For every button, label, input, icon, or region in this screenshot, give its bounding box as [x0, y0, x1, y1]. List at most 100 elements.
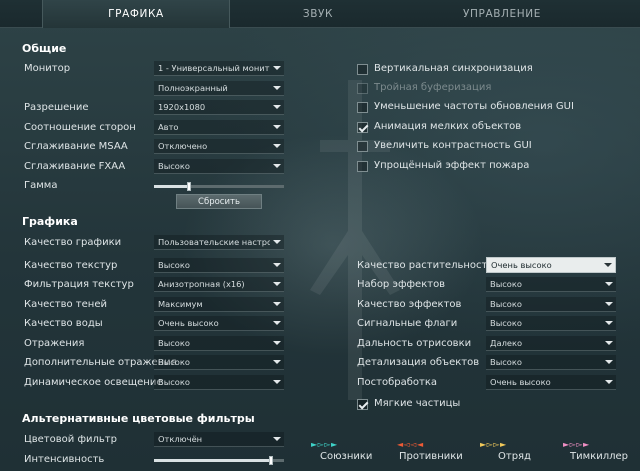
shadow-quality-label: Качество теней [24, 299, 107, 310]
chevron-down-icon [605, 380, 613, 384]
reflections-dropdown[interactable]: Высоко [154, 336, 284, 351]
vsync-checkbox[interactable] [357, 64, 368, 75]
effects-quality-label: Качество эффектов [357, 299, 462, 310]
enemies-marks-icon: ◄◅◅◄ [397, 440, 424, 449]
soft-particles-checkbox[interactable] [357, 399, 368, 410]
draw-distance-value: Далеко [490, 338, 523, 348]
msaa-dropdown[interactable]: Отключено [154, 139, 284, 154]
division-marks-icon: ►▻▻► [480, 440, 507, 449]
water-quality-value: Очень высоко [158, 318, 219, 328]
texture-filtering-label: Фильтрация текстур [24, 279, 134, 290]
chevron-down-icon [273, 125, 281, 129]
extra-reflections-dropdown[interactable]: Высоко [154, 355, 284, 370]
triple-buffering-checkbox[interactable] [357, 83, 368, 94]
dynamic-lighting-dropdown[interactable]: Высоко [154, 375, 284, 390]
object-detail-dropdown[interactable]: Высоко [486, 355, 616, 370]
small-objects-animation-checkbox[interactable] [357, 122, 368, 133]
resolution-label: Разрешение [24, 102, 89, 113]
texture-quality-label: Качество текстур [24, 260, 118, 271]
msaa-value: Отключено [158, 141, 208, 151]
draw-distance-dropdown[interactable]: Далеко [486, 336, 616, 351]
msaa-label: Сглаживание MSAA [24, 141, 128, 152]
texture-quality-value: Высоко [158, 260, 190, 270]
texture-filtering-value: Анизотропная (x16) [158, 279, 245, 289]
graphics-quality-value: Пользовательские настройки [158, 237, 270, 247]
monitor-value: 1 - Универсальный монитор [158, 63, 270, 73]
gui-refresh-checkbox[interactable] [357, 102, 368, 113]
reflections-value: Высоко [158, 338, 190, 348]
chevron-down-icon [605, 282, 613, 286]
aspect-ratio-dropdown[interactable]: Авто [154, 120, 284, 135]
chevron-down-icon [604, 263, 612, 267]
display-mode-dropdown[interactable]: Полноэкранный [154, 81, 284, 96]
texture-quality-dropdown[interactable]: Высоко [154, 258, 284, 273]
chevron-down-icon [605, 321, 613, 325]
chevron-down-icon [273, 437, 281, 441]
signal-flags-value: Высоко [490, 318, 522, 328]
reset-button[interactable]: Сбросить [176, 194, 262, 209]
allies-marks-icon: ►▻▻► [311, 440, 338, 449]
vegetation-quality-label: Качество растительности [357, 260, 494, 271]
vegetation-quality-dropdown[interactable]: Очень высоко [486, 257, 616, 273]
triple-buffering-label: Тройная буферизация [374, 82, 492, 93]
tab-sound[interactable]: ЗВУК [230, 0, 406, 28]
aspect-ratio-label: Соотношение сторон [24, 122, 136, 133]
chevron-down-icon [273, 360, 281, 364]
water-quality-label: Качество воды [24, 318, 103, 329]
tab-controls[interactable]: УПРАВЛЕНИЕ [406, 0, 598, 28]
color-filter-value: Отключён [158, 434, 203, 444]
intensity-slider-handle[interactable] [269, 456, 273, 465]
shadow-quality-dropdown[interactable]: Максимум [154, 297, 284, 312]
tab-graphics[interactable]: ГРАФИКА [42, 0, 230, 28]
extra-reflections-value: Высоко [158, 357, 190, 367]
monitor-dropdown[interactable]: 1 - Универсальный монитор [154, 61, 284, 76]
chevron-down-icon [273, 282, 281, 286]
fxaa-value: Высоко [158, 161, 190, 171]
chevron-down-icon [605, 360, 613, 364]
chevron-down-icon [273, 164, 281, 168]
resolution-dropdown[interactable]: 1920x1080 [154, 100, 284, 115]
graphics-quality-label: Качество графики [24, 237, 122, 248]
chevron-down-icon [273, 240, 281, 244]
signal-flags-dropdown[interactable]: Высоко [486, 316, 616, 331]
post-processing-dropdown[interactable]: Очень высоко [486, 375, 616, 390]
division-label: Отряд [498, 451, 531, 462]
resolution-value: 1920x1080 [158, 102, 206, 112]
chevron-down-icon [273, 66, 281, 70]
gui-contrast-checkbox[interactable] [357, 141, 368, 152]
color-filter-dropdown[interactable]: Отключён [154, 432, 284, 447]
teamkiller-marks-icon: ►▻▻► [563, 440, 590, 449]
gamma-slider-fill [154, 185, 190, 188]
gui-refresh-label: Уменьшение частоты обновления GUI [374, 101, 574, 112]
object-detail-value: Высоко [490, 357, 522, 367]
water-quality-dropdown[interactable]: Очень высоко [154, 316, 284, 331]
effects-quality-dropdown[interactable]: Высоко [486, 297, 616, 312]
simple-fire-checkbox[interactable] [357, 161, 368, 172]
texture-filtering-dropdown[interactable]: Анизотропная (x16) [154, 277, 284, 292]
chevron-down-icon [273, 86, 281, 90]
reflections-label: Отражения [24, 338, 85, 349]
fxaa-dropdown[interactable]: Высоко [154, 159, 284, 174]
gamma-slider-handle[interactable] [187, 182, 192, 191]
intensity-label: Интенсивность [24, 454, 105, 465]
intensity-slider-fill [154, 459, 271, 462]
post-processing-label: Постобработка [357, 377, 437, 388]
section-title-graphics: Графика [22, 215, 78, 228]
section-title-color-filters: Альтернативные цветовые фильтры [22, 412, 255, 425]
display-mode-value: Полноэкранный [158, 83, 228, 93]
effects-set-value: Высоко [490, 279, 522, 289]
dynamic-lighting-label: Динамическое освещение [24, 377, 163, 388]
chevron-down-icon [273, 263, 281, 267]
chevron-down-icon [273, 321, 281, 325]
fxaa-label: Сглаживание FXAA [24, 161, 126, 172]
effects-set-dropdown[interactable]: Высоко [486, 277, 616, 292]
enemies-label: Противники [399, 451, 463, 462]
chevron-down-icon [273, 144, 281, 148]
gamma-label: Гамма [24, 180, 58, 191]
object-detail-label: Детализация объектов [357, 357, 480, 368]
chevron-down-icon [605, 302, 613, 306]
graphics-quality-dropdown[interactable]: Пользовательские настройки [154, 235, 284, 250]
draw-distance-label: Дальность отрисовки [357, 338, 472, 349]
soft-particles-label: Мягкие частицы [374, 398, 461, 409]
chevron-down-icon [273, 341, 281, 345]
